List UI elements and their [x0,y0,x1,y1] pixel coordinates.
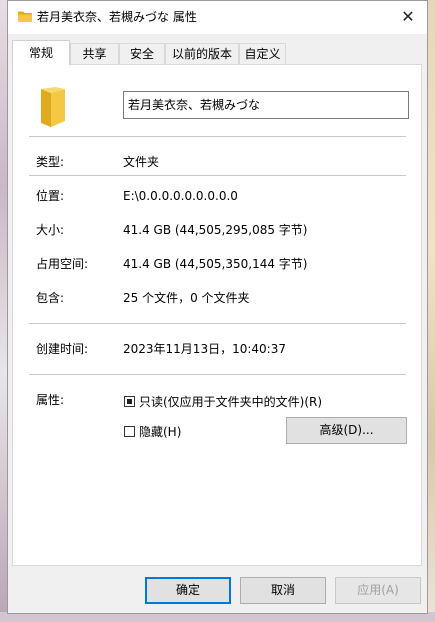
title-bar: 若月美衣奈、若槻みづな 属性 ✕ [8,1,427,34]
close-icon: ✕ [401,7,415,26]
tab-previous-versions[interactable]: 以前的版本 [165,43,239,64]
folder-name-input[interactable]: 若月美衣奈、若槻みづな [123,91,409,119]
ok-button[interactable]: 确定 [145,577,231,604]
tab-customize[interactable]: 自定义 [239,43,286,64]
size-value: 41.4 GB (44,505,295,085 字节) [123,223,308,237]
window-title: 若月美衣奈、若槻みづな 属性 [37,10,197,24]
tab-sharing[interactable]: 共享 [70,43,119,64]
hidden-checkbox[interactable] [124,426,135,437]
contains-value: 25 个文件，0 个文件夹 [123,291,250,305]
size-label: 大小: [36,223,65,237]
properties-dialog: 若月美衣奈、若槻みづな 属性 ✕ 常规 共享 安全 以前的版本 自定义 若月美衣… [7,0,428,614]
tab-security[interactable]: 安全 [119,43,165,64]
divider [29,136,406,137]
hidden-label[interactable]: 隐藏(H) [139,424,181,440]
advanced-button[interactable]: 高级(D)... [286,417,407,444]
general-panel: 若月美衣奈、若槻みづな 类型: 文件夹 位置: E:\0.0.0.0.0.0.0… [12,64,422,566]
divider [29,374,406,375]
type-value: 文件夹 [123,155,160,169]
location-value: E:\0.0.0.0.0.0.0.0.0 [123,189,238,203]
folder-icon [41,87,65,127]
contains-label: 包含: [36,291,65,305]
attributes-label: 属性: [36,393,65,407]
readonly-checkbox[interactable] [124,396,135,407]
tab-general[interactable]: 常规 [12,40,70,65]
divider [29,323,406,324]
type-label: 类型: [36,155,65,169]
divider [29,175,406,176]
close-button[interactable]: ✕ [389,1,427,34]
size-on-disk-label: 占用空间: [36,257,89,271]
cancel-button[interactable]: 取消 [240,577,326,604]
created-value: 2023年11月13日，10:40:37 [123,342,286,356]
location-label: 位置: [36,189,65,203]
created-label: 创建时间: [36,342,89,356]
size-on-disk-value: 41.4 GB (44,505,350,144 字节) [123,257,308,271]
folder-icon [18,11,32,22]
readonly-label[interactable]: 只读(仅应用于文件夹中的文件)(R) [139,394,322,410]
apply-button[interactable]: 应用(A) [335,577,421,604]
